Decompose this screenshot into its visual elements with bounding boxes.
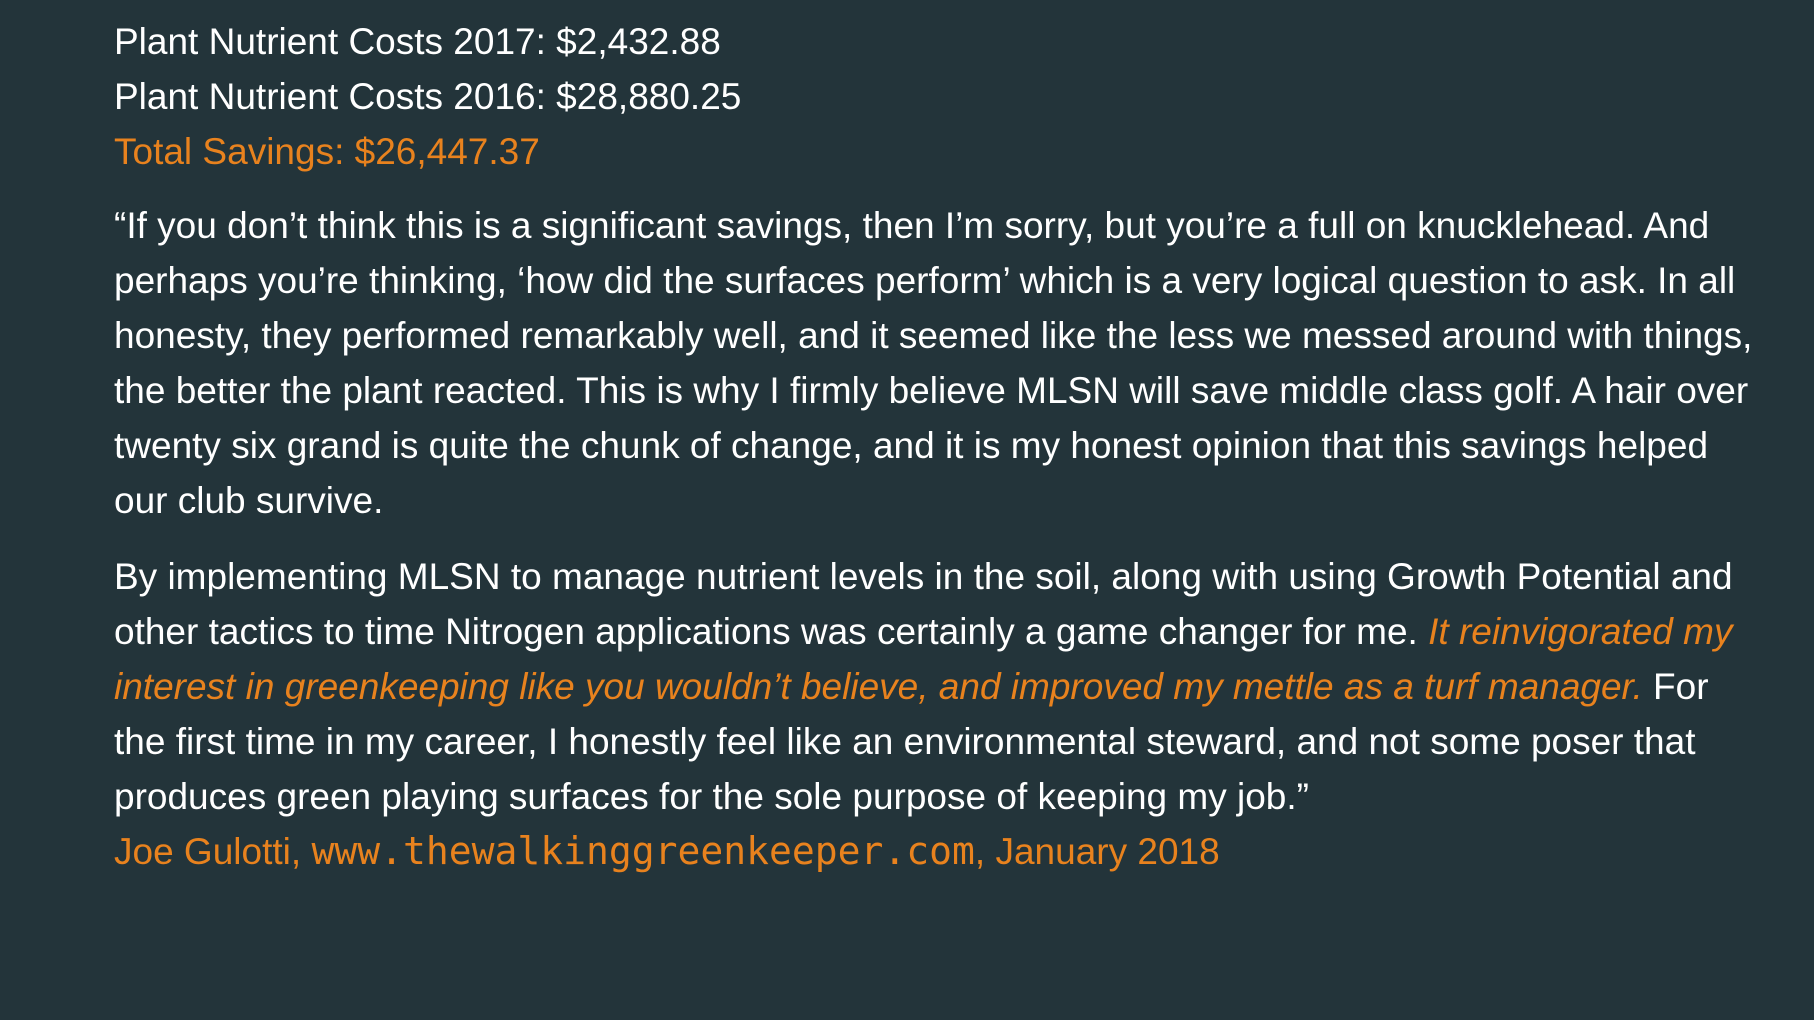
quote-paragraph-2: By implementing MLSN to manage nutrient …	[114, 549, 1754, 824]
costs-2016-line: Plant Nutrient Costs 2016: $28,880.25	[114, 76, 742, 117]
costs-2017-line: Plant Nutrient Costs 2017: $2,432.88	[114, 21, 721, 62]
testimonial-quote: “If you don’t think this is a significan…	[114, 198, 1754, 824]
attribution-website: www.thewalkinggreenkeeper.com	[311, 829, 975, 873]
slide-page: Plant Nutrient Costs 2017: $2,432.88 Pla…	[0, 0, 1814, 1020]
total-savings-line: Total Savings: $26,447.37	[114, 131, 540, 172]
quote-paragraph-1: “If you don’t think this is a significan…	[114, 205, 1753, 521]
cost-summary: Plant Nutrient Costs 2017: $2,432.88 Pla…	[114, 14, 1754, 179]
attribution-date: , January 2018	[974, 831, 1220, 872]
attribution-author: Joe Gulotti,	[114, 831, 312, 872]
attribution-line: Joe Gulotti, www.thewalkinggreenkeeper.c…	[114, 824, 1754, 879]
